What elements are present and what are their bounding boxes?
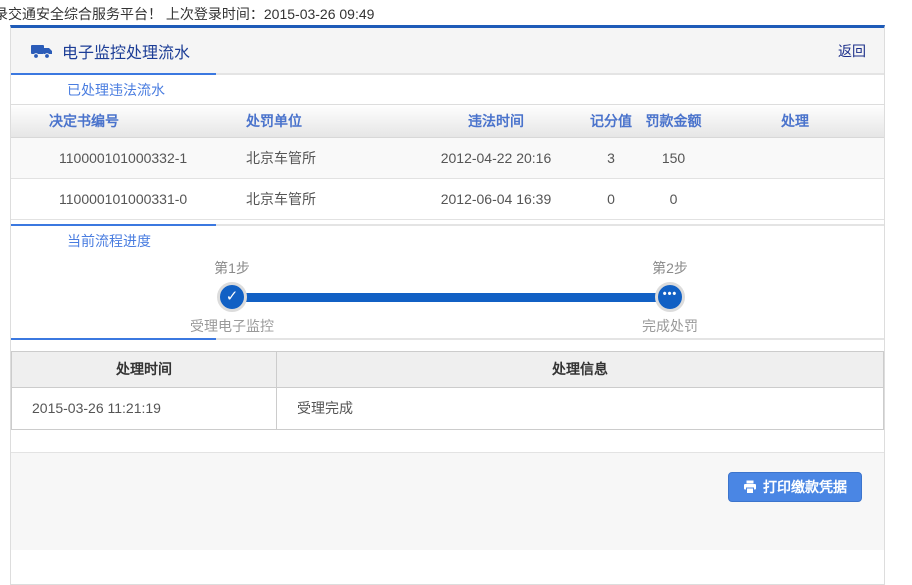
col-process-info: 处理信息 [276,350,884,388]
cell-fine-amount: 0 [641,178,706,220]
col-violation-time: 违法时间 [411,105,581,138]
cell-violation-time: 2012-04-22 20:16 [411,137,581,179]
progress-bar: 第1步 第2步 ✓ ••• 受理电子监控 完成处罚 [11,256,884,338]
cell-action [706,137,884,179]
welcome-text: 录交通安全综合服务平台！ 上次登录时间：2015-03-26 09:49 [0,6,375,22]
table-row: 110000101000332-1 北京车管所 2012-04-22 20:16… [11,137,884,179]
table-row: 110000101000331-0 北京车管所 2012-06-04 16:39… [11,178,884,220]
table-row: 2015-03-26 11:21:19 受理完成 [11,386,884,430]
panel-title: 电子监控处理流水 [62,44,191,62]
process-table: 处理时间 处理信息 2015-03-26 11:21:19 受理完成 [11,350,884,430]
col-punish-unit: 处罚单位 [201,105,411,138]
printer-icon [743,480,757,494]
truck-icon [31,43,53,59]
check-icon: ✓ [225,288,239,305]
section-divider [11,337,884,340]
panel-footer: 打印缴款凭据 [11,451,884,550]
cell-punish-unit: 北京车管所 [201,178,411,220]
violations-header-row: 决定书编号 处罚单位 违法时间 记分值 罚款金额 处理 [11,105,884,138]
main-panel: 电子监控处理流水 返回 已处理违法流水 决定书编号 处罚单位 违法时间 记分值 … [10,25,885,585]
cell-process-info: 受理完成 [276,386,884,430]
process-header-row: 处理时间 处理信息 [11,350,884,388]
cell-decision-number: 110000101000332-1 [11,137,201,179]
step2-sublabel: 完成处罚 [642,317,698,334]
col-fine-amount: 罚款金额 [641,105,706,138]
col-action: 处理 [706,105,884,138]
cell-fine-amount: 150 [641,137,706,179]
topbar: 录交通安全综合服务平台！ 上次登录时间：2015-03-26 09:49 [0,0,912,24]
step1-circle: ✓ [217,281,247,312]
print-receipt-button[interactable]: 打印缴款凭据 [728,471,862,502]
cell-decision-number: 110000101000331-0 [11,178,201,220]
col-process-time: 处理时间 [11,350,277,388]
tab-strip-processed: 已处理违法流水 [11,75,884,105]
cell-points: 0 [581,178,641,220]
section-divider [11,223,884,226]
ellipsis-icon: ••• [662,288,678,300]
step2-circle: ••• [655,281,685,312]
col-points: 记分值 [581,105,641,138]
violations-table: 决定书编号 处罚单位 违法时间 记分值 罚款金额 处理 110000101000… [11,105,884,220]
cell-process-time: 2015-03-26 11:21:19 [11,386,277,430]
panel-header: 电子监控处理流水 返回 [11,28,884,73]
col-decision-number: 决定书编号 [11,105,201,138]
cell-punish-unit: 北京车管所 [201,137,411,179]
print-button-label: 打印缴款凭据 [763,478,847,495]
progress-track [232,292,670,302]
cell-action [706,178,884,220]
tab-processed-violations[interactable]: 已处理违法流水 [11,80,165,100]
step2-label: 第2步 [652,259,688,276]
cell-points: 3 [581,137,641,179]
tab-strip-progress: 当前流程进度 [11,226,884,256]
back-link[interactable]: 返回 [838,41,866,61]
cell-violation-time: 2012-06-04 16:39 [411,178,581,220]
tab-current-progress[interactable]: 当前流程进度 [11,231,151,251]
step1-sublabel: 受理电子监控 [190,317,274,334]
step1-label: 第1步 [214,259,250,276]
section-divider [11,73,884,75]
